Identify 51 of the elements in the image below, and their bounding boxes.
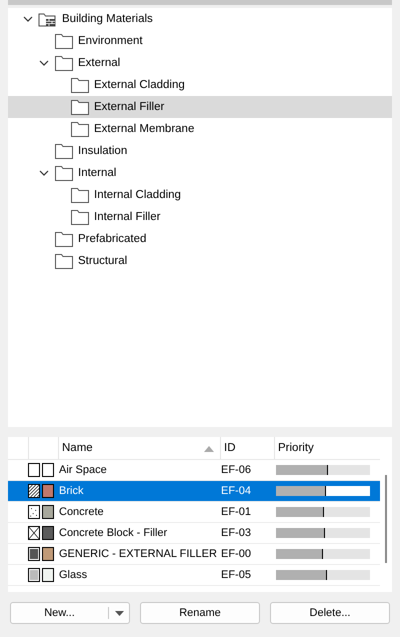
id-cell-text: EF-05 — [220, 569, 252, 581]
table-row[interactable]: Concrete EF-01 — [8, 502, 380, 523]
sort-icon — [204, 446, 214, 452]
tree-item[interactable]: External Cladding — [8, 74, 392, 96]
folder-icon — [54, 143, 74, 159]
name-cell-text: Glass — [58, 569, 88, 581]
column-header[interactable]: Priority — [274, 437, 372, 459]
action-button[interactable]: Delete... — [270, 602, 390, 624]
tree-item[interactable]: Structural — [8, 250, 392, 272]
name-cell-text: Air Space — [58, 464, 108, 476]
tree-item[interactable]: External — [8, 52, 392, 74]
folder-icon — [54, 165, 74, 181]
tree-item[interactable]: Prefabricated — [8, 228, 392, 250]
split-button[interactable]: New... — [10, 602, 130, 624]
action-button[interactable]: Rename — [140, 602, 260, 624]
folder-icon — [54, 55, 74, 71]
folder-icon — [70, 209, 90, 225]
tree-item[interactable]: Internal Filler — [8, 206, 392, 228]
table-row[interactable]: Glass EF-05 — [8, 565, 380, 586]
folder-icon — [70, 77, 90, 93]
id-cell-text: EF-04 — [220, 485, 252, 497]
name-cell-text: GENERIC - EXTERNAL FILLER — [58, 548, 218, 560]
column-header[interactable]: ID — [220, 437, 274, 459]
tree-item[interactable]: Building Materials — [8, 8, 392, 30]
id-cell-text: EF-00 — [220, 548, 252, 560]
id-cell-text: EF-01 — [220, 506, 252, 518]
folder-icon — [54, 231, 74, 247]
tree-item[interactable]: Internal Cladding — [8, 184, 392, 206]
tree-item[interactable]: Environment — [8, 30, 392, 52]
tree-item[interactable]: External Filler — [8, 96, 392, 118]
table-row[interactable]: Brick EF-04 — [8, 481, 380, 502]
folder-icon — [70, 187, 90, 203]
folder-icon — [54, 253, 74, 269]
library-icon — [38, 11, 58, 27]
folder-icon — [70, 121, 90, 137]
tree-item[interactable]: Insulation — [8, 140, 392, 162]
id-cell-text: EF-06 — [220, 464, 252, 476]
name-cell-text: Brick — [58, 485, 84, 497]
table-row[interactable]: GENERIC - EXTERNAL FILLER EF-00 — [8, 544, 380, 565]
id-cell-text: EF-03 — [220, 527, 252, 539]
name-cell-text: Concrete — [58, 506, 105, 518]
folder-icon — [54, 33, 74, 49]
scrollbar-thumb[interactable] — [385, 475, 387, 563]
name-cell-text: Concrete Block - Filler — [58, 527, 168, 539]
tree-item[interactable]: External Membrane — [8, 118, 392, 140]
tree-item[interactable]: Internal — [8, 162, 392, 184]
new-button[interactable]: New... — [11, 607, 109, 619]
column-header[interactable]: Name — [58, 437, 220, 459]
caret-icon — [114, 610, 124, 616]
table-row[interactable]: Concrete Block - Filler EF-03 — [8, 523, 380, 544]
folder-icon — [70, 99, 90, 115]
